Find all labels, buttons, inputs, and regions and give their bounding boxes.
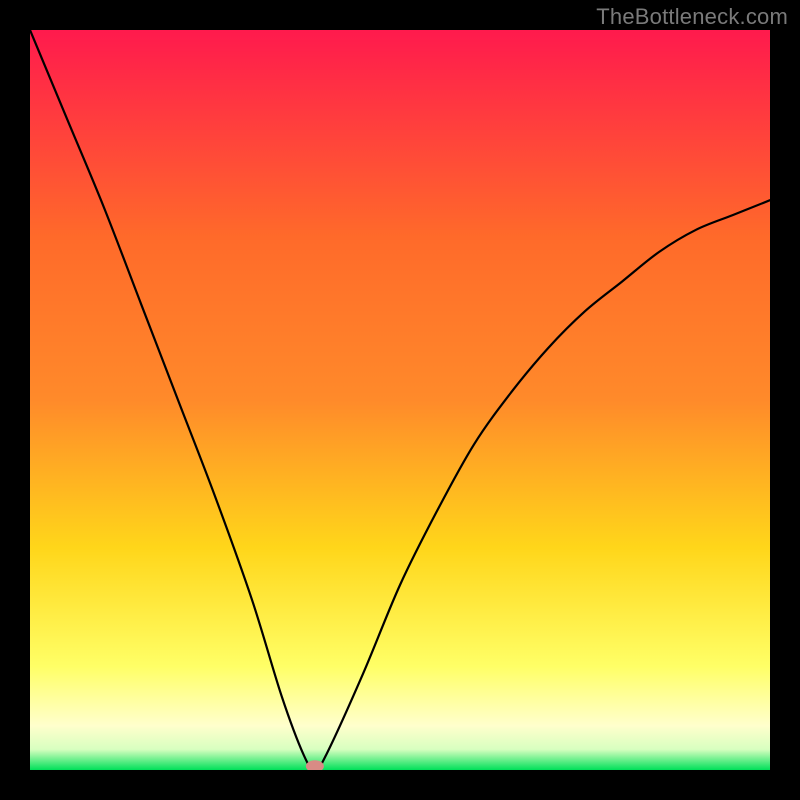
watermark-text: TheBottleneck.com [596,4,788,30]
gradient-background [30,30,770,770]
chart-frame: TheBottleneck.com [0,0,800,800]
bottleneck-plot [30,30,770,770]
plot-area [30,30,770,770]
